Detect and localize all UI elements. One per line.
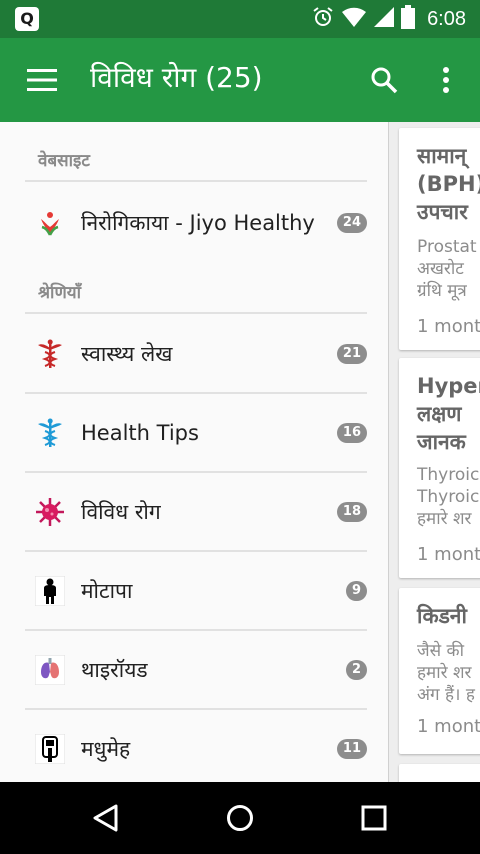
menu-icon [27,69,57,91]
post-title: किडनी [417,604,467,628]
post-card[interactable]: किडनी जैसे की हमारे शर अंग हैं। ह 1 mont [399,588,480,754]
battery-icon [401,5,416,33]
drawer-item-diabetes[interactable]: मधुमेह 11 [25,710,367,782]
section-heading-categories: श्रेणियाँ [38,283,81,303]
drawer-item-label: विविध रोग [81,500,161,524]
drawer-item-label: थाइरॉयड [81,658,148,682]
drawer-item-thyroid[interactable]: थाइरॉयड 2 [25,631,367,709]
post-time: 1 mont [417,316,480,337]
post-excerpt: जैसे की हमारे शर अंग हैं। ह [417,641,475,705]
logo-icon [35,208,65,238]
drawer-item-label: स्वास्थ्य लेख [81,342,173,366]
drawer-item-health-articles[interactable]: स्वास्थ्य लेख 21 [25,315,367,393]
post-card[interactable]: सामान् (BPH) उपचार Prostat अखरोट ग्रंथि … [399,128,480,350]
count-badge: 16 [336,423,367,443]
back-icon [93,804,118,832]
wifi-icon [341,6,367,32]
menu-button[interactable] [22,62,62,98]
divider [25,180,367,182]
drawer-item-obesity[interactable]: मोटापा 9 [25,552,367,630]
post-card[interactable] [399,764,480,782]
recents-icon [361,805,387,831]
thyroid-icon [35,655,65,685]
caduceus-blue-icon [35,418,65,448]
divider [25,312,367,314]
post-excerpt: Prostat अखरोट ग्रंथि मूत्र [417,237,477,301]
section-heading-website: वेबसाइट [38,151,90,171]
caduceus-red-icon [35,339,65,369]
status-icons: 6:08 [311,0,466,38]
count-badge: 2 [345,660,367,680]
drawer-item-label: निरोगिकाया - Jiyo Healthy [81,211,315,235]
back-button[interactable] [86,798,126,838]
app-notification-icon: Q [15,7,39,31]
more-options-button[interactable] [430,60,462,100]
count-badge: 18 [336,502,367,522]
count-badge: 24 [336,213,367,233]
drawer-item-label: मोटापा [81,579,133,603]
drawer-item-label: Health Tips [81,421,199,445]
count-badge: 11 [336,739,367,759]
post-title: सामान् (BPH) उपचार [417,144,480,224]
person-silhouette-icon [35,576,65,606]
drawer-item-label: मधुमेह [81,737,131,761]
system-navigation-bar [0,782,480,854]
home-icon [227,805,253,831]
glucometer-icon [35,734,65,764]
home-button[interactable] [220,798,260,838]
virus-icon [35,497,65,527]
drawer-item-various-diseases[interactable]: विविध रोग 18 [25,473,367,551]
alarm-icon [311,5,335,33]
page-title: विविध रोग (25) [90,61,263,94]
search-icon [371,67,398,94]
post-time: 1 mont [417,716,480,737]
search-button[interactable] [364,60,404,100]
drawer-item-health-tips[interactable]: Health Tips 16 [25,394,367,472]
cell-signal-icon [373,6,395,32]
post-card[interactable]: Hyper लक्षण जानक Thyroic Thyroic हमारे श… [399,358,480,578]
count-badge: 21 [336,344,367,364]
more-vert-icon [443,67,449,93]
navigation-drawer: वेबसाइट निरोगिकाया - Jiyo Healthy 24 श्र… [0,122,389,782]
post-excerpt: Thyroic Thyroic हमारे शर [417,465,480,529]
recents-button[interactable] [354,798,394,838]
app-bar: विविध रोग (25) [0,38,480,122]
count-badge: 9 [345,581,367,601]
drawer-item-website[interactable]: निरोगिकाया - Jiyo Healthy 24 [25,184,367,262]
post-title: Hyper लक्षण जानक [417,374,480,454]
post-time: 1 mont [417,544,480,565]
post-list: सामान् (BPH) उपचार Prostat अखरोट ग्रंथि … [389,122,480,782]
status-bar: Q 6:08 [0,0,480,38]
clock: 6:08 [427,7,466,30]
